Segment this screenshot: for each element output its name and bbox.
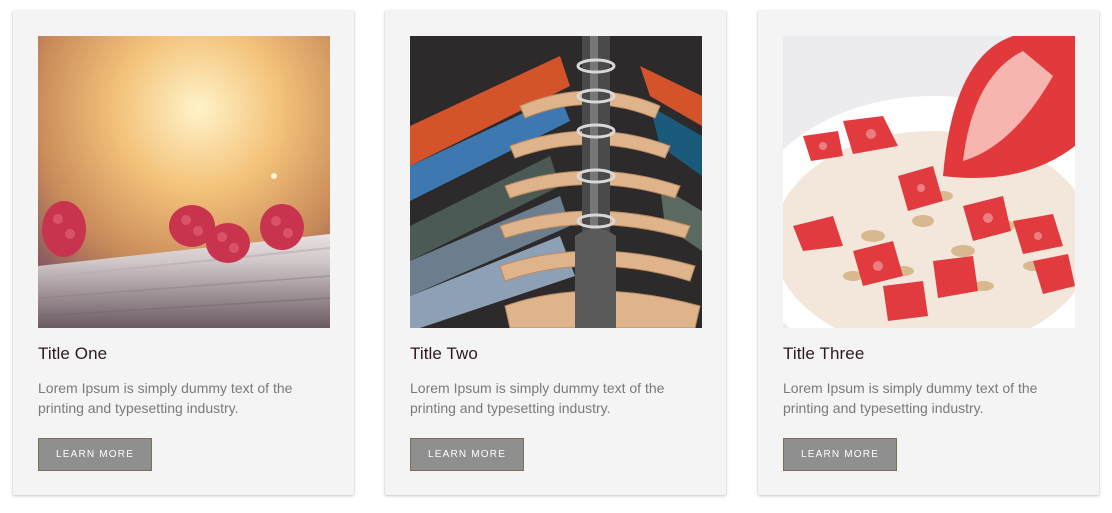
card-image-raspberries	[38, 36, 330, 328]
card-three: Title Three Lorem Ipsum is simply dummy …	[758, 11, 1099, 495]
card-title: Title One	[38, 344, 108, 363]
card-image-hangers	[410, 36, 702, 328]
card-description: Lorem Ipsum is simply dummy text of the …	[783, 380, 1038, 416]
card-one: Title One Lorem Ipsum is simply dummy te…	[13, 11, 354, 495]
card-two: Title Two Lorem Ipsum is simply dummy te…	[385, 11, 726, 495]
card-description: Lorem Ipsum is simply dummy text of the …	[38, 380, 293, 416]
learn-more-button[interactable]: LEARN MORE	[410, 438, 524, 471]
card-description: Lorem Ipsum is simply dummy text of the …	[410, 380, 665, 416]
card-title: Title Two	[410, 344, 478, 363]
card-image-strawberries	[783, 36, 1075, 328]
learn-more-button[interactable]: LEARN MORE	[38, 438, 152, 471]
card-title: Title Three	[783, 344, 865, 363]
learn-more-button[interactable]: LEARN MORE	[783, 438, 897, 471]
